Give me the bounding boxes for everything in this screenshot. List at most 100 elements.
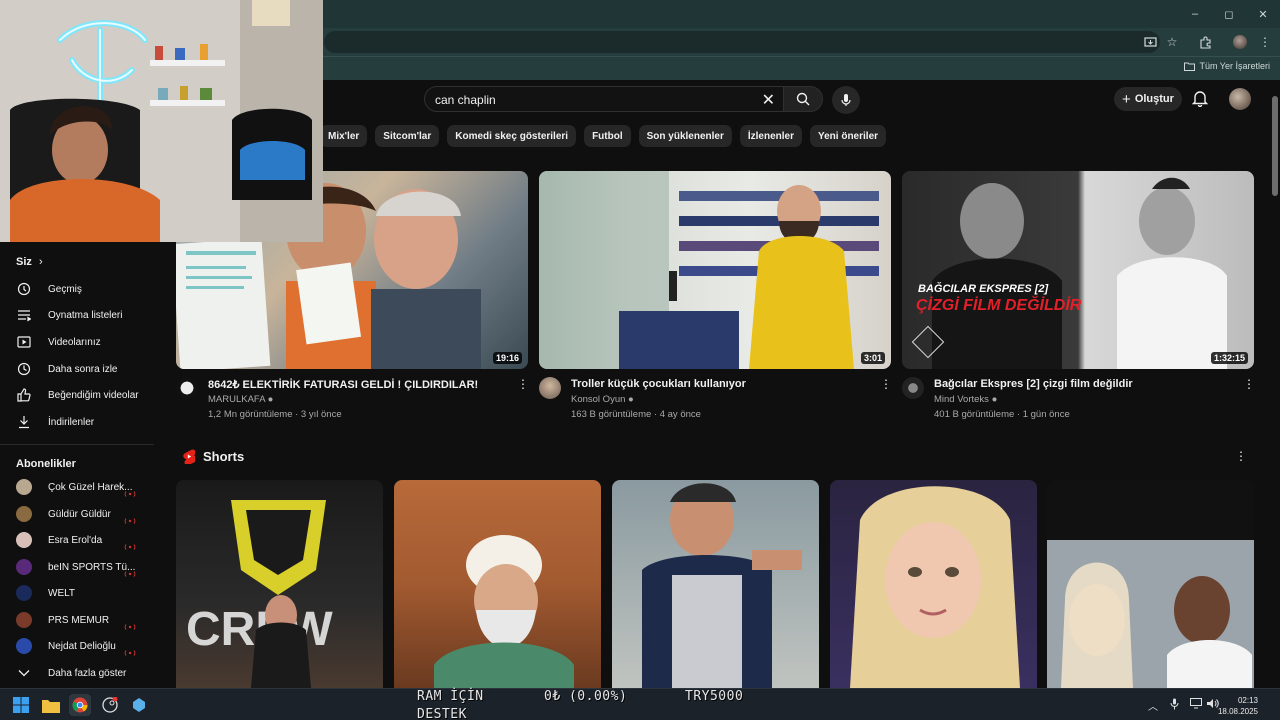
channel-avatar[interactable] [176, 377, 198, 399]
short-thumbnail[interactable] [830, 480, 1037, 688]
chevron-down-icon [16, 665, 32, 681]
channel-avatar[interactable] [902, 377, 924, 399]
chip-new-to-you[interactable]: Yeni öneriler [810, 125, 887, 147]
sidebar-item-label: WELT [48, 587, 76, 599]
sidebar: Siz › Geçmiş Oynatma listeleri Videoları… [0, 242, 154, 688]
chrome-icon[interactable] [69, 694, 91, 716]
search-icon [796, 92, 810, 106]
app-icon[interactable] [128, 694, 150, 716]
sidebar-item-downloads[interactable]: İndirilenler [0, 409, 154, 435]
profile-icon[interactable] [1231, 33, 1249, 51]
liked-icon [16, 387, 32, 403]
sidebar-sub-nejdat-delioglu[interactable]: Nejdat Delioğlu [0, 633, 154, 659]
video-channel[interactable]: Mind Vorteks ● [934, 394, 997, 405]
voice-search-button[interactable] [832, 86, 860, 114]
steam-icon[interactable] [99, 694, 121, 716]
video-channel[interactable]: Konsol Oyun ● [571, 394, 634, 405]
chip-watched[interactable]: İzlenenler [739, 125, 802, 147]
shorts-menu-icon[interactable]: ⋮ [1235, 450, 1247, 462]
tray-chevron-up-icon[interactable]: ︿ [1148, 698, 1158, 713]
video-title[interactable]: Troller küçük çocukları kullanıyor [571, 378, 746, 390]
video-menu-icon[interactable]: ⋮ [1243, 378, 1255, 390]
stream-overlay-donation-goal: TRY5000 [685, 689, 744, 704]
sidebar-item-label: İndirilenler [48, 416, 95, 428]
short-thumbnail[interactable] [612, 480, 819, 688]
sidebar-sub-guldur-guldur[interactable]: Güldür Güldür [0, 501, 154, 527]
plus-icon: + [1122, 90, 1131, 108]
install-app-icon[interactable] [1141, 33, 1159, 51]
microphone-icon [841, 94, 851, 106]
sidebar-sub-cok-guzel-hareketler[interactable]: Çok Güzel Harek... [0, 474, 154, 500]
video-meta: 163 B görüntüleme · 4 ay önce [571, 409, 701, 420]
search-input[interactable]: can chaplin ✕ [424, 86, 784, 112]
channel-avatar [16, 638, 32, 654]
video-thumbnail[interactable]: BAĞCILAR EKSPRES [2] ÇİZGİ FİLM DEĞİLDİR… [902, 171, 1254, 369]
tray-network-icon[interactable] [1190, 698, 1202, 712]
sidebar-item-your-videos[interactable]: Videolarınız [0, 329, 154, 355]
shorts-logo-icon [183, 449, 198, 469]
short-thumbnail[interactable]: CREW [176, 480, 383, 688]
sidebar-item-label: Nejdat Delioğlu [48, 640, 116, 652]
playlists-icon [16, 307, 32, 323]
chip-comedy[interactable]: Komedi skeç gösterileri [447, 125, 577, 147]
video-title[interactable]: 8642₺ ELEKTİRİK FATURASI GELDİ ! ÇILDIRD… [208, 378, 478, 391]
all-bookmarks-label: Tüm Yer İşaretleri [1199, 61, 1270, 71]
sidebar-item-label: beIN SPORTS Tü... [48, 561, 136, 573]
minimize-button[interactable]: – [1178, 0, 1212, 28]
show-more-label: Daha fazla göster [48, 667, 127, 679]
chip-mixes[interactable]: Mix'ler [320, 125, 368, 147]
page-scrollbar-thumb[interactable] [1272, 96, 1278, 196]
chip-recently-uploaded[interactable]: Son yüklenenler [638, 125, 732, 147]
short-thumbnail[interactable] [1047, 480, 1254, 688]
short-thumbnail[interactable] [394, 480, 601, 688]
channel-avatar[interactable] [539, 377, 561, 399]
maximize-button[interactable]: ◻ [1212, 0, 1246, 28]
download-icon [16, 414, 32, 430]
bookmark-star-icon[interactable]: ☆ [1163, 33, 1181, 51]
thumbnail-art [911, 177, 1227, 369]
chip-football[interactable]: Futbol [584, 125, 631, 147]
thumbnail-art [642, 483, 802, 688]
file-explorer-icon[interactable] [40, 694, 62, 716]
sidebar-item-liked-videos[interactable]: Beğendiğim videolar [0, 382, 154, 408]
sidebar-sub-prs-memur[interactable]: PRS MEMUR [0, 607, 154, 633]
thumbnail-art [850, 486, 1020, 688]
your-videos-icon [16, 334, 32, 350]
sidebar-item-label: Güldür Güldür [48, 508, 111, 520]
address-bar[interactable] [324, 31, 1160, 53]
video-menu-icon[interactable]: ⋮ [517, 378, 529, 390]
account-avatar[interactable] [1229, 88, 1251, 110]
close-window-button[interactable]: ✕ [1246, 0, 1280, 28]
show-more-button[interactable]: Daha fazla göster [0, 660, 154, 686]
sidebar-sub-bein-sports[interactable]: beIN SPORTS Tü... [0, 554, 154, 580]
search-button[interactable] [783, 86, 823, 112]
sidebar-sub-esra-erolda[interactable]: Esra Erol'da [0, 527, 154, 553]
live-icon [124, 511, 136, 524]
taskbar-clock[interactable]: 02:13 18.08.2025 [1218, 695, 1258, 717]
verified-icon: ● [991, 394, 998, 405]
all-bookmarks-button[interactable]: Tüm Yer İşaretleri [1184, 61, 1270, 71]
browser-menu-icon[interactable]: ⋮ [1256, 33, 1274, 51]
extensions-icon[interactable] [1196, 33, 1214, 51]
windows-start-icon[interactable] [10, 694, 32, 716]
sidebar-item-label: Geçmiş [48, 283, 82, 295]
video-title[interactable]: Bağcılar Ekspres [2] çizgi film değildir [934, 378, 1133, 390]
sidebar-item-playlists[interactable]: Oynatma listeleri [0, 302, 154, 328]
create-button[interactable]: + Oluştur [1114, 87, 1182, 111]
sidebar-sub-welt[interactable]: WELT [0, 580, 154, 606]
chip-sitcoms[interactable]: Sitcom'lar [375, 125, 440, 147]
live-icon [124, 564, 136, 577]
clock-date: 18.08.2025 [1217, 707, 1258, 716]
live-icon [124, 484, 136, 497]
webcam-scene [0, 0, 323, 242]
sidebar-item-label: Videolarınız [48, 336, 101, 348]
you-heading[interactable]: Siz › [16, 256, 43, 268]
sidebar-item-history[interactable]: Geçmiş [0, 276, 154, 302]
tray-microphone-icon[interactable] [1170, 698, 1179, 713]
clear-search-icon[interactable]: ✕ [762, 90, 775, 110]
notifications-bell-icon[interactable] [1191, 89, 1210, 108]
sidebar-item-watch-later[interactable]: Daha sonra izle [0, 356, 154, 382]
video-menu-icon[interactable]: ⋮ [880, 378, 892, 390]
video-thumbnail[interactable]: 3:01 [539, 171, 891, 369]
video-channel[interactable]: MARULKAFA ● [208, 394, 273, 405]
